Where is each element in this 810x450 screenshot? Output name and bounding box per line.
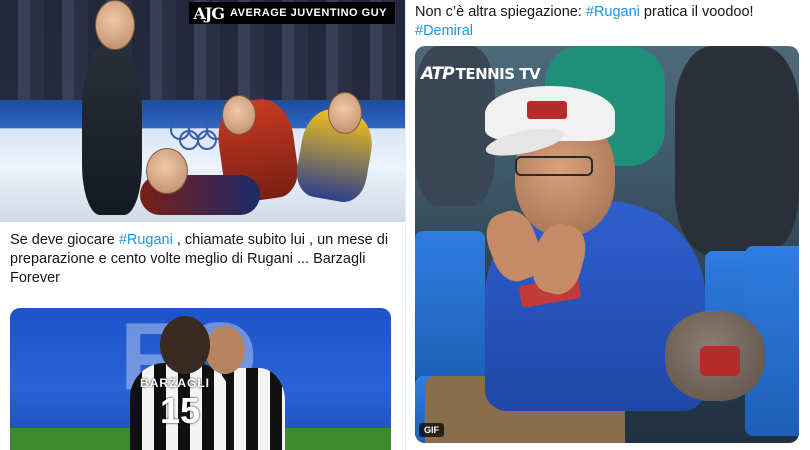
tennistv-logo-text: TENNIS TV xyxy=(455,65,541,83)
atp-tennis-tv-logo: ATP TENNIS TV xyxy=(421,64,541,84)
watermark-logo: AJG xyxy=(193,3,225,23)
glasses xyxy=(515,156,593,176)
stadium-seat xyxy=(415,231,485,381)
background-spectator xyxy=(675,46,799,256)
left-column: AJG AVERAGE JUVENTINO GUY Se deve giocar… xyxy=(0,0,405,450)
barzagli-image[interactable]: FO BARZAGLI 15 xyxy=(10,308,391,450)
skater-figure xyxy=(82,45,142,215)
skating-meme-image[interactable]: AJG AVERAGE JUVENTINO GUY xyxy=(0,0,405,222)
voodoo-gif[interactable]: ATP TENNIS TV GIF xyxy=(415,46,799,443)
cap-logo xyxy=(527,101,567,119)
player-head xyxy=(205,326,245,374)
tweet-text-part: pratica il voodoo! xyxy=(639,4,754,20)
pasted-face xyxy=(222,95,256,135)
toy-shirt xyxy=(700,346,740,376)
jersey-number: 15 xyxy=(160,390,201,431)
atp-logo-text: ATP xyxy=(421,64,455,84)
gif-badge[interactable]: GIF xyxy=(419,423,444,437)
tweet-text-part: Non c’è altra spiegazione: xyxy=(415,4,586,20)
watermark: AJG AVERAGE JUVENTINO GUY xyxy=(189,2,395,24)
hashtag-link[interactable]: #Demiral xyxy=(415,23,473,39)
tweet-text-part: Se deve giocare xyxy=(10,232,119,248)
pasted-face xyxy=(328,92,362,134)
pasted-face xyxy=(146,148,188,194)
watermark-text: AVERAGE JUVENTINO GUY xyxy=(230,7,387,19)
player-head xyxy=(160,316,210,374)
tweet-text: Non c’è altra spiegazione: #Rugani prati… xyxy=(415,3,805,41)
hashtag-link[interactable]: #Rugani xyxy=(586,4,640,20)
hashtag-link[interactable]: #Rugani xyxy=(119,232,173,248)
tweet-text: Se deve giocare #Rugani , chiamate subit… xyxy=(10,231,400,288)
jersey-name: BARZAGLI xyxy=(140,376,210,390)
pasted-face xyxy=(95,0,135,50)
